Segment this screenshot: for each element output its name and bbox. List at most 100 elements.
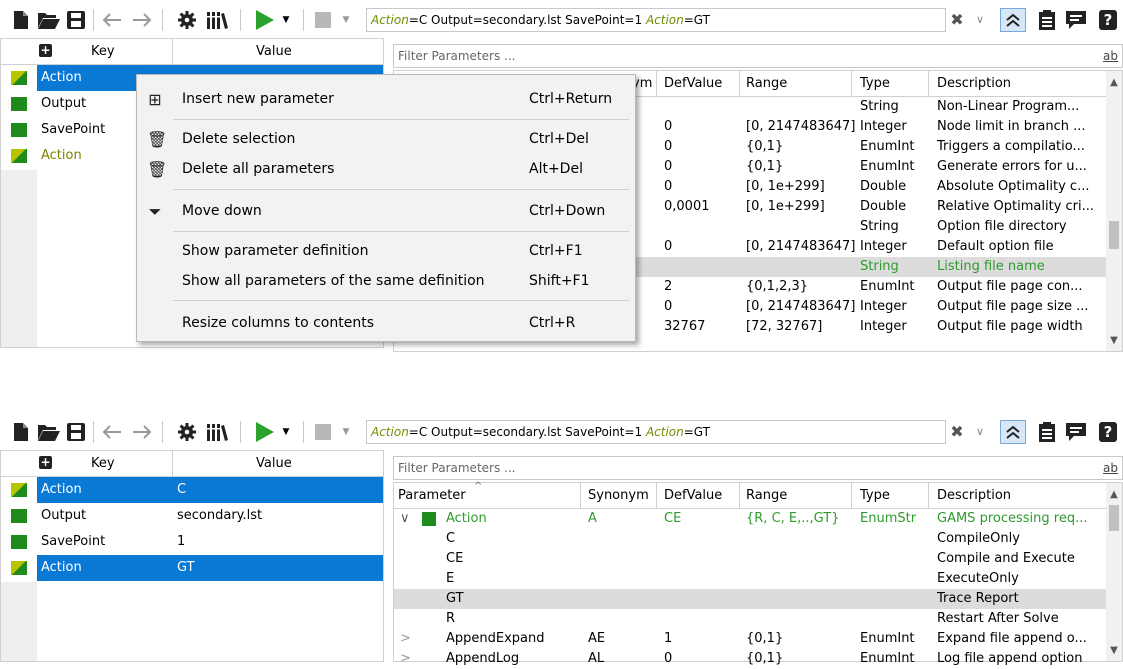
menu-item[interactable]: 🗑 Delete all parameters Alt+Del <box>137 155 637 185</box>
filter-parameters-input[interactable]: Filter Parameters ... ab <box>393 456 1123 480</box>
run-dropdown-icon[interactable]: ▼ <box>280 8 292 32</box>
kv-row[interactable]: SavePoint 1 <box>1 529 383 555</box>
value-column-header[interactable]: Value <box>256 456 292 471</box>
menu-item[interactable]: Show parameter definition Ctrl+F1 <box>137 237 637 267</box>
help-icon[interactable]: ? <box>1097 420 1119 444</box>
description-column-header[interactable]: Description <box>937 488 1011 503</box>
gear-icon[interactable] <box>176 420 198 444</box>
param-key-cell[interactable]: SavePoint <box>37 529 173 555</box>
defvalue-column-header[interactable]: DefValue <box>664 488 722 503</box>
clear-command-icon[interactable]: ✖ <box>946 8 968 32</box>
definition-row[interactable]: CE Compile and Execute <box>394 549 1122 569</box>
clear-filter-icon[interactable]: ab <box>1103 45 1118 67</box>
scrollbar-thumb[interactable] <box>1109 221 1119 249</box>
forward-arrow-icon[interactable] <box>130 420 154 444</box>
definition-row[interactable]: > AppendLog AL 0 {0,1} EnumInt Log file append… <box>394 649 1122 669</box>
kv-row[interactable]: Output secondary.lst <box>1 503 383 529</box>
open-folder-icon[interactable] <box>37 8 61 32</box>
range-cell: {0,1} <box>746 631 784 646</box>
description-column-header[interactable]: Description <box>937 76 1011 91</box>
expand-icon[interactable]: > <box>400 631 411 646</box>
clear-filter-icon[interactable]: ab <box>1103 457 1118 479</box>
stop-icon[interactable] <box>313 420 333 444</box>
defvalue-column-header[interactable]: DefValue <box>664 76 722 91</box>
kv-row[interactable]: Action C <box>1 477 383 503</box>
definition-row[interactable]: C CompileOnly <box>394 529 1122 549</box>
kv-header: + Key Value <box>1 39 383 65</box>
new-file-icon[interactable] <box>12 8 30 32</box>
command-line-field[interactable]: Action=C Output=secondary.lst SavePoint=… <box>366 420 946 444</box>
command-history-dropdown[interactable]: ∨ <box>970 420 990 444</box>
definition-row[interactable]: GT Trace Report <box>394 589 1122 609</box>
back-arrow-icon[interactable] <box>100 420 124 444</box>
param-value-cell[interactable]: 1 <box>173 529 383 555</box>
menu-item[interactable]: 🗑 Delete selection Ctrl+Del <box>137 125 637 155</box>
key-column-header[interactable]: Key <box>91 44 115 59</box>
kv-row[interactable]: Action GT <box>1 555 383 581</box>
command-line-field[interactable]: Action=C Output=secondary.lst SavePoint=… <box>366 8 946 32</box>
menu-item[interactable]: ⏷ Move down Ctrl+Down <box>137 197 637 227</box>
library-icon[interactable] <box>206 8 230 32</box>
expand-icon[interactable]: > <box>400 651 411 666</box>
toolbar-separator <box>240 9 241 31</box>
definition-row[interactable]: > AppendExpand AE 1 {0,1} EnumInt Expand file … <box>394 629 1122 649</box>
key-column-header[interactable]: Key <box>91 456 115 471</box>
stop-icon[interactable] <box>313 8 333 32</box>
param-key-cell[interactable]: Output <box>37 503 173 529</box>
library-icon[interactable] <box>206 420 230 444</box>
scroll-down-icon[interactable]: ▼ <box>1106 335 1122 346</box>
add-parameter-icon[interactable]: + <box>39 456 52 469</box>
param-key-cell[interactable]: Action <box>37 477 173 503</box>
collapse-icon[interactable]: ∨ <box>400 511 410 526</box>
scroll-up-icon[interactable]: ▲ <box>1106 77 1122 88</box>
filter-parameters-input[interactable]: Filter Parameters ... ab <box>393 44 1123 68</box>
collapse-up-icon[interactable] <box>1000 420 1026 444</box>
scroll-down-icon[interactable]: ▼ <box>1106 645 1122 656</box>
gear-icon[interactable] <box>176 8 198 32</box>
collapse-up-icon[interactable] <box>1000 8 1026 32</box>
comment-icon[interactable] <box>1064 420 1088 444</box>
description-cell: Node limit in branch ... <box>937 119 1086 134</box>
add-parameter-icon[interactable]: + <box>39 44 52 57</box>
column-separator <box>851 483 852 509</box>
new-file-icon[interactable] <box>12 420 30 444</box>
synonym-column-header[interactable]: Synonym <box>588 488 649 503</box>
clipboard-icon[interactable] <box>1036 420 1058 444</box>
help-icon[interactable]: ? <box>1097 8 1119 32</box>
menu-item[interactable]: ⊞ Insert new parameter Ctrl+Return <box>137 85 637 115</box>
definition-row[interactable]: R Restart After Solve <box>394 609 1122 629</box>
save-icon[interactable] <box>66 420 86 444</box>
param-value-cell[interactable]: secondary.lst <box>173 503 383 529</box>
stop-dropdown-icon[interactable]: ▼ <box>340 420 352 444</box>
open-folder-icon[interactable] <box>37 420 61 444</box>
comment-icon[interactable] <box>1064 8 1088 32</box>
command-history-dropdown[interactable]: ∨ <box>970 8 990 32</box>
type-column-header[interactable]: Type <box>860 488 890 503</box>
scrollbar-thumb[interactable] <box>1109 505 1119 531</box>
param-value-cell[interactable]: GT <box>173 555 383 581</box>
filter-placeholder: Filter Parameters ... <box>398 461 516 475</box>
vertical-scrollbar[interactable]: ▲ ▼ <box>1106 483 1122 661</box>
run-icon[interactable] <box>254 420 276 444</box>
menu-item[interactable]: Show all parameters of the same definiti… <box>137 267 637 297</box>
definition-row[interactable]: E ExecuteOnly <box>394 569 1122 589</box>
type-column-header[interactable]: Type <box>860 76 890 91</box>
definition-row[interactable]: ∨ Action A CE {R, C, E,..,GT} EnumStr GAMS pro… <box>394 509 1122 529</box>
stop-dropdown-icon[interactable]: ▼ <box>340 8 352 32</box>
menu-item[interactable]: Resize columns to contents Ctrl+R <box>137 309 637 339</box>
param-value-cell[interactable]: C <box>173 477 383 503</box>
range-column-header[interactable]: Range <box>746 76 787 91</box>
back-arrow-icon[interactable] <box>100 8 124 32</box>
parameter-column-header[interactable]: Parameter <box>398 488 466 503</box>
param-key-cell[interactable]: Action <box>37 555 173 581</box>
range-column-header[interactable]: Range <box>746 488 787 503</box>
run-dropdown-icon[interactable]: ▼ <box>280 420 292 444</box>
forward-arrow-icon[interactable] <box>130 8 154 32</box>
clear-command-icon[interactable]: ✖ <box>946 420 968 444</box>
run-icon[interactable] <box>254 8 276 32</box>
vertical-scrollbar[interactable]: ▲ ▼ <box>1106 71 1122 351</box>
save-icon[interactable] <box>66 8 86 32</box>
clipboard-icon[interactable] <box>1036 8 1058 32</box>
value-column-header[interactable]: Value <box>256 44 292 59</box>
scroll-up-icon[interactable]: ▲ <box>1106 489 1122 500</box>
